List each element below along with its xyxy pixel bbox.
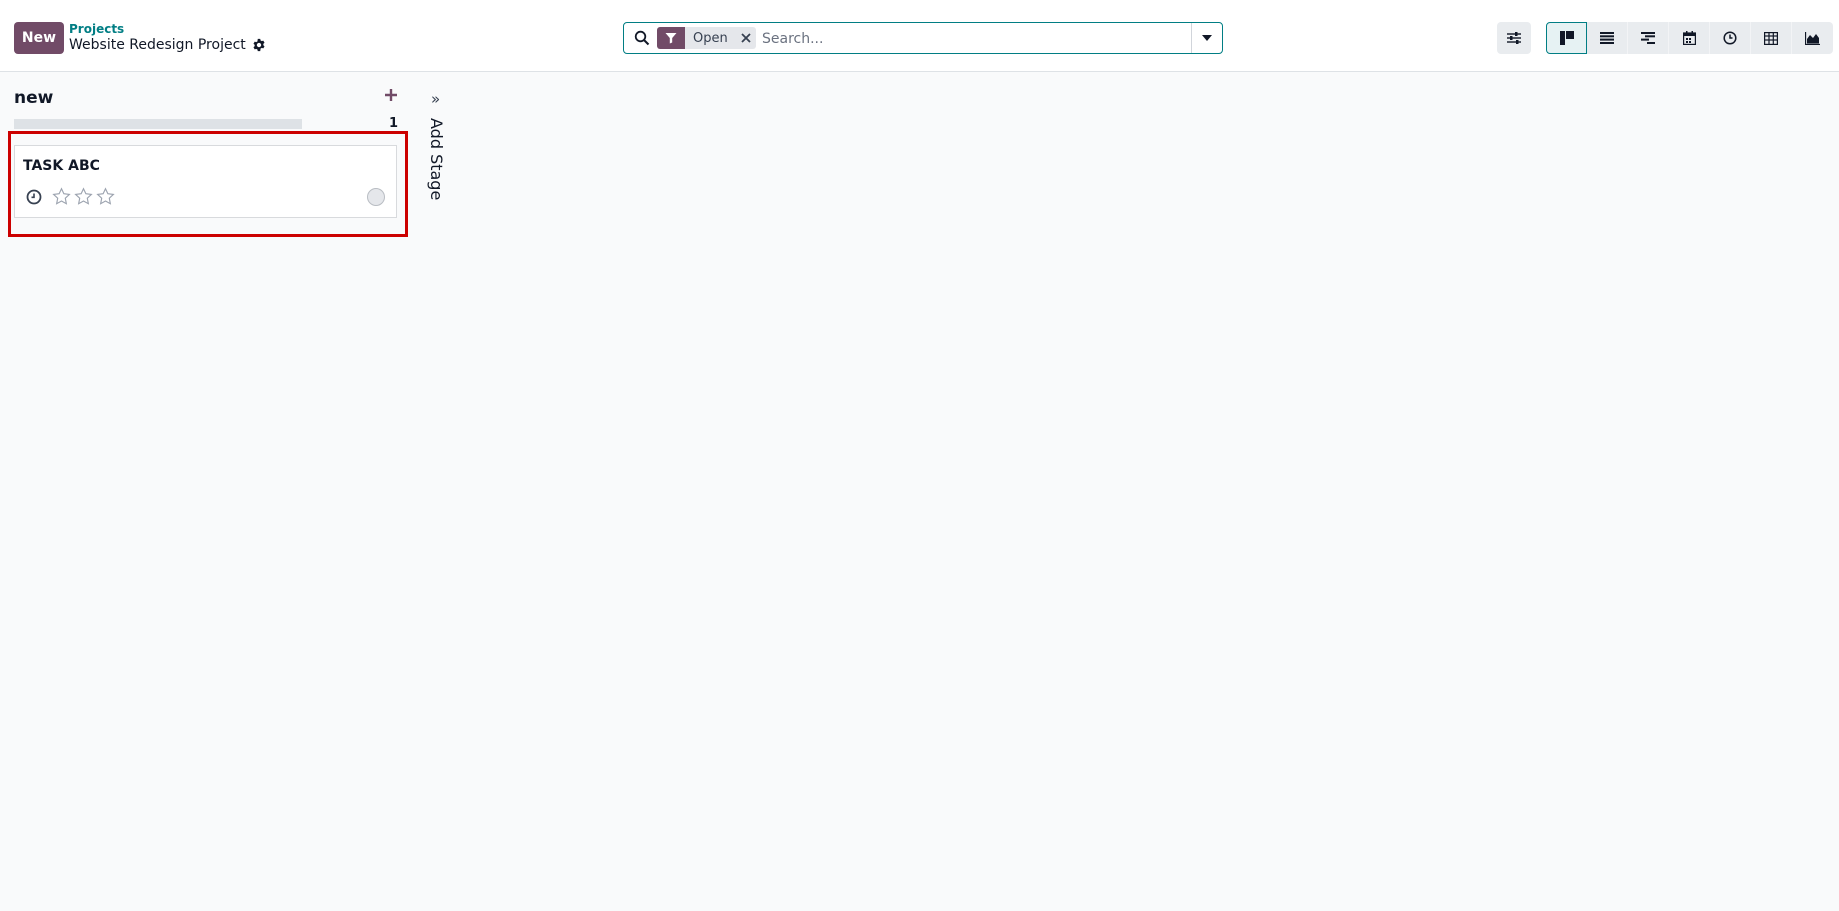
plus-icon[interactable] — [382, 86, 400, 104]
kanban-card[interactable]: TASK ABC — [14, 145, 397, 218]
column-counter: 1 — [389, 116, 399, 131]
gantt-view-button[interactable] — [1628, 22, 1669, 54]
search-icon[interactable] — [634, 30, 650, 46]
caret-down-icon[interactable] — [1191, 23, 1222, 53]
close-icon[interactable] — [735, 27, 756, 49]
area-chart-icon — [1805, 31, 1820, 45]
facet-value: Open — [685, 27, 736, 49]
systray-fragment — [1652, 0, 1839, 5]
pivot-table-icon — [1764, 31, 1778, 45]
clock-icon[interactable] — [26, 189, 42, 205]
search-facet: Open — [657, 27, 756, 49]
add-stage-button[interactable]: » Add Stage — [425, 88, 449, 208]
page-title: Website Redesign Project — [69, 37, 246, 53]
breadcrumb-current: Website Redesign Project — [69, 37, 266, 53]
priority-widget — [52, 187, 115, 206]
new-button[interactable]: New — [14, 22, 64, 54]
column-title[interactable]: new — [14, 88, 53, 108]
search-input[interactable] — [760, 26, 1184, 52]
star-icon[interactable] — [96, 187, 115, 206]
card-title: TASK ABC — [23, 158, 100, 174]
kanban-icon — [1559, 31, 1574, 45]
add-stage-label: Add Stage — [427, 118, 446, 201]
search-bar: Open — [623, 22, 1223, 54]
control-panel: New Projects Website Redesign Project Op… — [0, 0, 1839, 72]
gantt-icon — [1641, 32, 1655, 44]
pivot-view-button[interactable] — [1751, 22, 1792, 54]
star-icon[interactable] — [52, 187, 71, 206]
gear-icon[interactable] — [252, 38, 266, 52]
kanban-view-button[interactable] — [1546, 22, 1587, 54]
sliders-icon[interactable] — [1497, 22, 1531, 54]
breadcrumb-projects[interactable]: Projects — [69, 22, 124, 36]
list-icon — [1600, 32, 1614, 44]
calendar-view-button[interactable] — [1669, 22, 1710, 54]
activity-view-button[interactable] — [1710, 22, 1751, 54]
clock-icon — [1723, 31, 1737, 45]
star-icon[interactable] — [74, 187, 93, 206]
calendar-icon — [1682, 31, 1696, 45]
kanban-state-indicator[interactable] — [367, 188, 385, 206]
list-view-button[interactable] — [1587, 22, 1628, 54]
graph-view-button[interactable] — [1792, 22, 1833, 54]
filter-icon — [657, 27, 685, 49]
view-switcher — [1546, 22, 1833, 54]
column-progress-bar[interactable] — [14, 119, 302, 129]
double-chevron-icon: » — [431, 90, 441, 108]
